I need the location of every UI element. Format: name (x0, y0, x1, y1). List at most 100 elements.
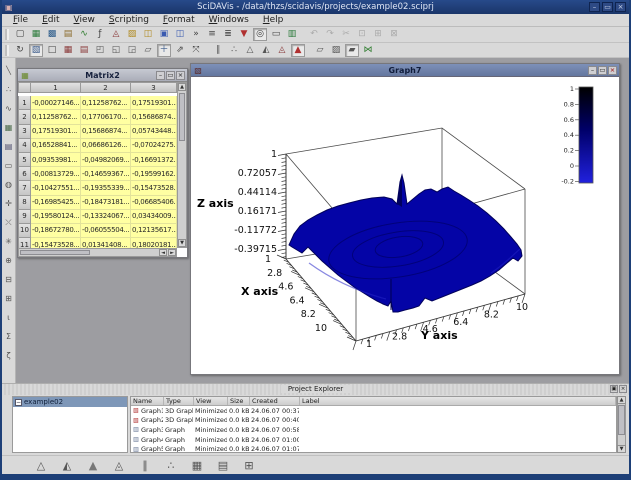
menu-windows[interactable]: Windows (202, 15, 256, 25)
new-function-plot-button[interactable]: ƒ (93, 28, 107, 41)
matrix-cell[interactable]: -0,14659367... (81, 167, 131, 182)
matrix-hscrollbar[interactable]: ◄ ► (18, 248, 177, 257)
bars-plot-button[interactable]: ∥ (211, 44, 225, 57)
rotate-view-button[interactable]: ↻ (13, 44, 27, 57)
menu-edit[interactable]: Edit (35, 15, 66, 25)
fit-frame-button[interactable]: ⤧ (189, 44, 203, 57)
redo-button[interactable]: ↷ (323, 28, 337, 41)
matrix-cell[interactable]: -0,16985425... (31, 195, 81, 210)
move-points-button[interactable]: ✛ (3, 197, 15, 210)
explorer-col-header-view[interactable]: View (194, 397, 228, 405)
new-project-button[interactable]: ▢ (13, 28, 27, 41)
matrix-close-button[interactable]: × (176, 70, 185, 80)
undo-button[interactable]: ↶ (307, 28, 321, 41)
export-pdf-button[interactable]: ▼ (237, 28, 251, 41)
add-equation-button[interactable]: Σ (3, 330, 15, 343)
matrix-cell[interactable]: -0,04982069... (81, 152, 131, 168)
matrix-hscroll-thumb[interactable] (20, 250, 90, 255)
frame-back-button[interactable]: ◱ (109, 44, 123, 57)
polygon-only-button[interactable]: ▲ (291, 43, 305, 57)
style-mesh-polygon-button[interactable]: ◬ (111, 458, 127, 473)
export-ascii-button[interactable]: ≡ (205, 28, 219, 41)
matrix-cell[interactable]: 0,17706170... (81, 110, 131, 125)
matrix-cell[interactable]: -0,10427551... (31, 181, 81, 196)
add-text-button[interactable]: ι (3, 311, 15, 324)
matrix-cell[interactable]: -0,00813729... (31, 167, 81, 182)
matrix-cell[interactable]: 0,12135617... (131, 223, 177, 239)
style-flat-contour-button[interactable]: ▤ (215, 458, 231, 473)
project-tree-pane[interactable]: − example02 (12, 396, 128, 453)
explorer-row-graph2[interactable]: ▧Graph23D GraphMinimized0.0 kB24.06.07 0… (131, 416, 616, 426)
matrix-cell[interactable]: -0,07024275... (131, 138, 177, 153)
scroll-down-icon[interactable]: ▼ (178, 239, 186, 247)
matrix-col-header-3[interactable]: 3 (131, 82, 177, 93)
matrix-cell[interactable]: -0,06055504... (81, 223, 131, 239)
matrix-cell[interactable]: 0,09353981... (31, 152, 81, 168)
scatter-plot-button[interactable]: ∴ (227, 44, 241, 57)
open-project-button[interactable]: ▨ (125, 28, 139, 41)
floor-projection-button[interactable]: ▱ (141, 44, 155, 57)
matrix-cell[interactable]: -0,19580124... (31, 209, 81, 224)
add-image-button[interactable]: ▦ (3, 121, 15, 134)
project-explorer-toggle-button[interactable]: ▥ (285, 28, 299, 41)
matrix-row-header-6[interactable]: 6 (18, 167, 31, 182)
maximize-button[interactable]: ▭ (602, 2, 613, 12)
coordinates-button[interactable]: ＋ (157, 43, 171, 57)
wireframe-button[interactable]: △ (243, 44, 257, 57)
matrix-vscroll-thumb[interactable] (179, 93, 185, 141)
menu-format[interactable]: Format (156, 15, 202, 25)
matrix-row-header-2[interactable]: 2 (18, 110, 31, 125)
matrix-cell[interactable]: 0,03434009... (131, 209, 177, 224)
zoom-tool-button[interactable]: ◎ (253, 28, 267, 41)
graph-restore-button[interactable]: ▭ (598, 65, 607, 75)
matrix-restore-button[interactable]: ▭ (166, 70, 175, 80)
data-reader-button[interactable]: ∴ (3, 83, 15, 96)
add-curve-button[interactable]: ζ (3, 349, 15, 362)
graph-title-bar[interactable]: ▧ Graph7 – ▭ × (191, 64, 619, 76)
explorer-table-pane[interactable]: Name Type View Size Created Label ▧ Graph1 3D G… (130, 396, 617, 453)
menu-view[interactable]: View (67, 15, 102, 25)
tree-item-example02[interactable]: − example02 (13, 397, 127, 407)
explorer-dock-button[interactable]: ▣ (610, 385, 618, 393)
style-points-button[interactable]: ∴ (163, 458, 179, 473)
matrix-row-header-7[interactable]: 7 (18, 181, 31, 196)
explorer-scroll-up-icon[interactable]: ▲ (617, 396, 626, 404)
explorer-vscroll-thumb[interactable] (618, 405, 625, 435)
matrix-vscrollbar[interactable]: ▲ ▼ (177, 82, 187, 248)
scroll-left-icon[interactable]: ◄ (159, 249, 167, 256)
matrix-title-bar[interactable]: ▦ Matrix2 – ▭ × (18, 69, 187, 81)
add-sphere-button[interactable]: ◍ (3, 178, 15, 191)
delete-selection-button[interactable]: ⊠ (387, 28, 401, 41)
box-outline-button[interactable]: □ (45, 44, 59, 57)
explorer-col-header-label[interactable]: Label (300, 397, 616, 405)
remove-points-button[interactable]: ⤬ (3, 216, 15, 229)
matrix-cell[interactable]: -0,15473528... (131, 181, 177, 196)
frame-right-button[interactable]: ◲ (125, 44, 139, 57)
menu-scripting[interactable]: Scripting (102, 15, 156, 25)
matrix-cell[interactable]: -0,16691372... (131, 152, 177, 168)
polygon-mesh-button[interactable]: ◬ (275, 44, 289, 57)
matrix-cell[interactable]: 0,16528841... (31, 138, 81, 153)
matrix-row-header-5[interactable]: 5 (18, 152, 31, 168)
matrix-row-header-4[interactable]: 4 (18, 138, 31, 153)
matrix-cell[interactable]: 0,11258762... (81, 96, 131, 111)
style-wireframe-button[interactable]: △ (33, 458, 49, 473)
import-ascii-button[interactable]: » (189, 28, 203, 41)
grid-floor-button[interactable]: ▤ (77, 44, 91, 57)
matrix-cell[interactable]: 0,11258762... (31, 110, 81, 125)
explorer-row-graph4[interactable]: ▥ Graph4 Graph Minimized 0.0 kB 24.06.07 01:0… (131, 435, 616, 445)
scroll-right-icon[interactable]: ► (168, 249, 176, 256)
close-button[interactable]: × (615, 2, 626, 12)
style-polygon-button[interactable]: ▲ (85, 458, 101, 473)
graph-close-button[interactable]: × (608, 65, 617, 75)
perspective-button[interactable]: ⇗ (173, 44, 187, 57)
matrix-cell[interactable]: -0,19599162... (131, 167, 177, 182)
matrix-row-header-10[interactable]: 10 (18, 223, 31, 239)
grid-ceiling-button[interactable]: ▦ (61, 44, 75, 57)
cut-selection-button[interactable]: ✂ (339, 28, 353, 41)
print-button[interactable]: ≣ (221, 28, 235, 41)
explorer-row-graph5[interactable]: ▥ Graph5 Graph Minimized 0.0 kB 24.06.07 01:0… (131, 444, 616, 452)
duplicate-window-button[interactable]: ▭ (269, 28, 283, 41)
reset-view-button[interactable]: ⊞ (241, 458, 257, 473)
new-3d-surface-button[interactable]: ◬ (109, 28, 123, 41)
